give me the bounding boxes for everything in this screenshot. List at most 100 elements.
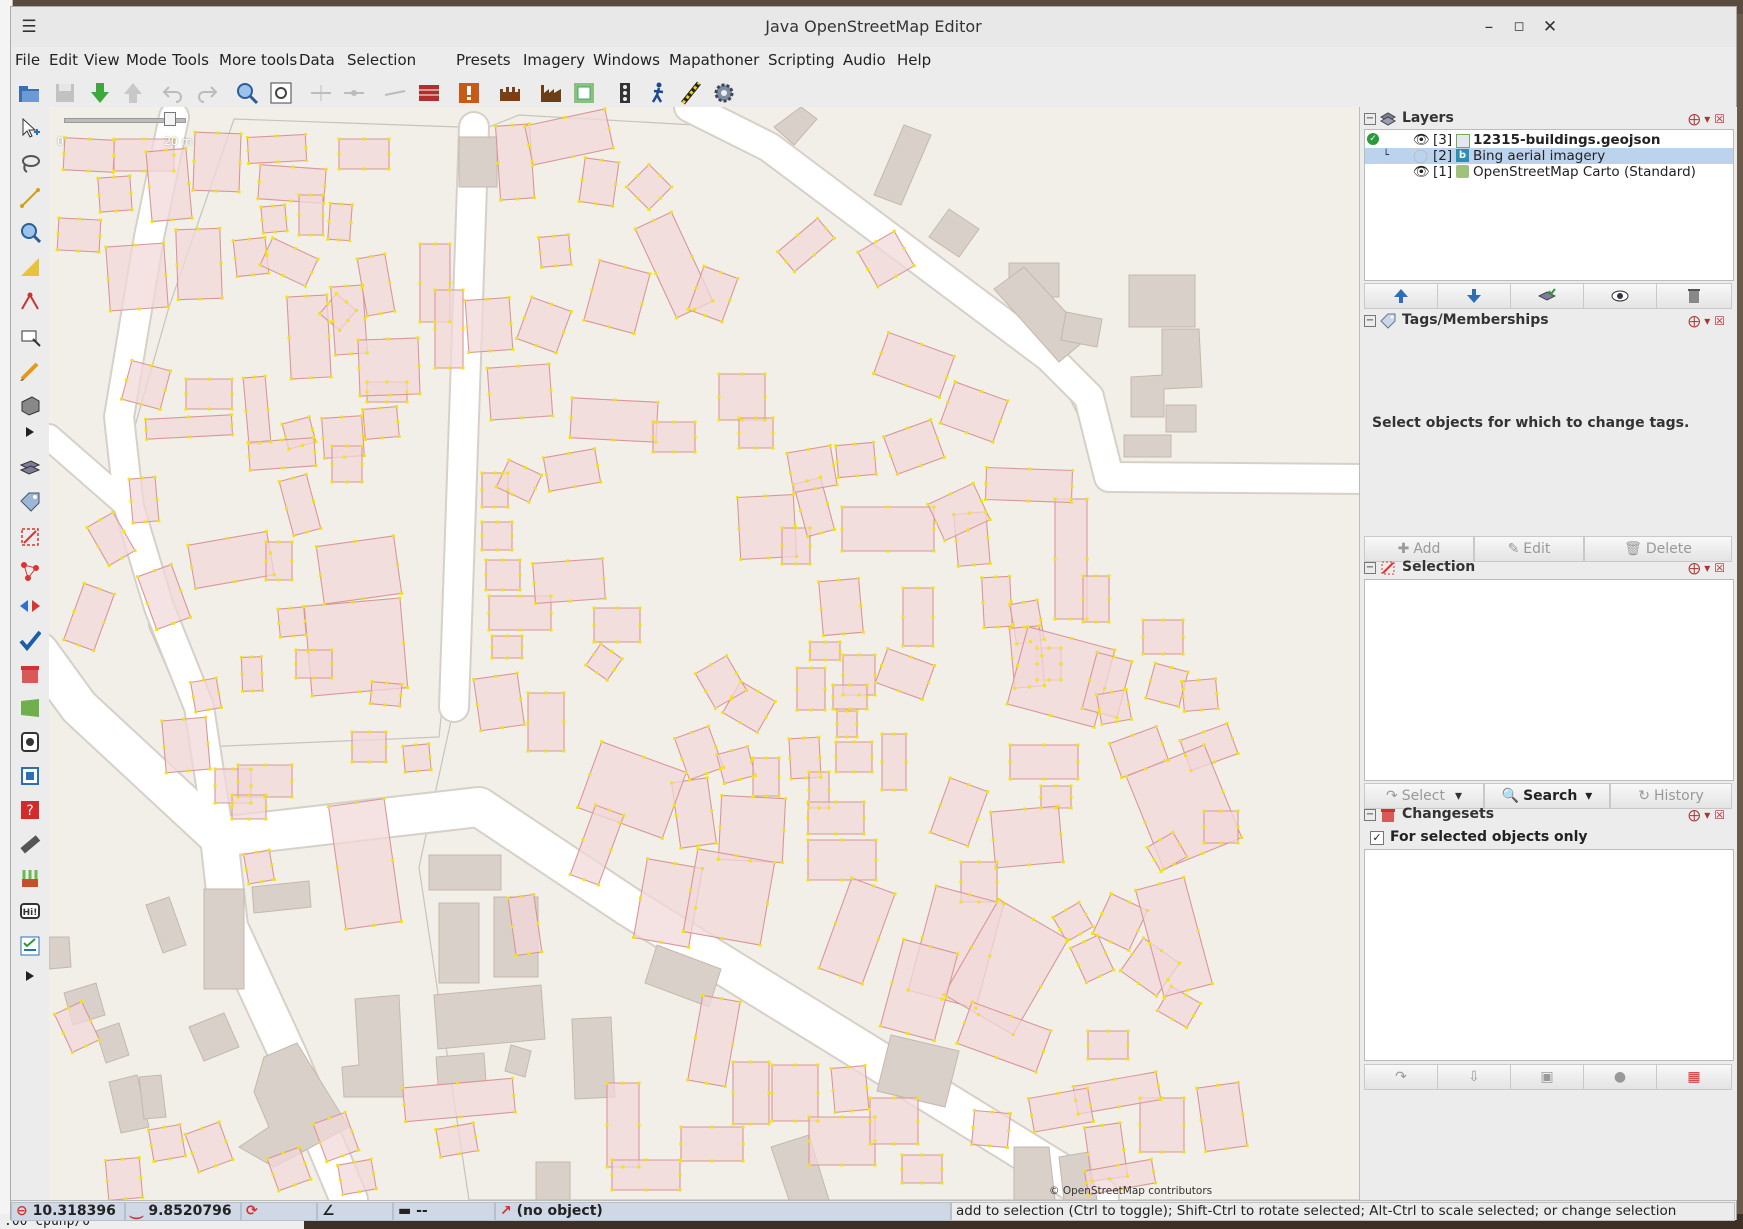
building-node[interactable] (959, 900, 963, 904)
building-node[interactable] (1158, 882, 1162, 886)
building-node[interactable] (746, 744, 750, 748)
building-node[interactable] (1078, 932, 1082, 936)
building-node[interactable] (178, 1123, 182, 1126)
building-node[interactable] (690, 255, 694, 258)
building-node[interactable] (472, 677, 476, 681)
building-node[interactable] (669, 210, 673, 214)
building-node[interactable] (320, 416, 324, 420)
building-node[interactable] (988, 954, 992, 958)
building-node[interactable] (334, 292, 338, 296)
building-node[interactable] (479, 729, 483, 733)
building-node[interactable] (794, 562, 798, 566)
building-node[interactable] (289, 606, 293, 610)
imported-building[interactable] (984, 466, 1074, 504)
building-node[interactable] (687, 778, 691, 782)
building-node[interactable] (506, 505, 510, 509)
building-node[interactable] (645, 857, 649, 861)
building-node[interactable] (905, 384, 908, 388)
imported-building[interactable] (1203, 810, 1239, 844)
building-node[interactable] (603, 107, 607, 111)
building-node[interactable] (711, 299, 715, 303)
building-node[interactable] (261, 231, 265, 235)
building-node[interactable] (787, 737, 791, 741)
building-node[interactable] (1076, 963, 1080, 967)
building-node[interactable] (1091, 925, 1095, 929)
building-node[interactable] (175, 263, 179, 267)
building-node[interactable] (247, 454, 251, 458)
building-node[interactable] (1126, 1043, 1130, 1047)
building-node[interactable] (264, 540, 268, 544)
building-node[interactable] (1241, 1112, 1245, 1116)
imported-building[interactable] (189, 677, 223, 713)
building-node[interactable] (826, 501, 829, 505)
building-node[interactable] (788, 471, 792, 475)
building-node[interactable] (972, 563, 976, 567)
menu-tools[interactable]: Tools (172, 51, 209, 69)
imported-building[interactable] (809, 641, 841, 661)
building-node[interactable] (428, 755, 432, 759)
building-node[interactable] (1162, 995, 1166, 999)
building-node[interactable] (1095, 650, 1099, 654)
building-node[interactable] (505, 634, 509, 638)
building-node[interactable] (527, 122, 531, 126)
building-node[interactable] (1109, 892, 1113, 896)
building-node[interactable] (259, 655, 263, 659)
building-node[interactable] (487, 392, 491, 396)
building-node[interactable] (840, 1115, 844, 1119)
building-node[interactable] (1158, 838, 1162, 842)
building-node[interactable] (1027, 863, 1031, 867)
building-node[interactable] (675, 316, 679, 320)
building-node[interactable] (281, 1151, 285, 1155)
building-node[interactable] (927, 681, 930, 685)
building-node[interactable] (916, 644, 920, 648)
building-node[interactable] (1138, 1096, 1142, 1100)
building-node[interactable] (970, 1000, 974, 1004)
building-node[interactable] (795, 666, 799, 670)
building-node[interactable] (519, 697, 523, 701)
building-node[interactable] (880, 663, 883, 667)
building-node[interactable] (1221, 789, 1225, 793)
building-node[interactable] (406, 686, 410, 690)
building-node[interactable] (1107, 574, 1111, 578)
building-node[interactable] (1054, 784, 1058, 788)
building-node[interactable] (387, 137, 391, 141)
building-node[interactable] (806, 535, 809, 539)
building-node[interactable] (1141, 652, 1145, 656)
building-node[interactable] (702, 264, 706, 268)
building-node[interactable] (852, 770, 856, 774)
building-node[interactable] (363, 317, 367, 321)
menu-view[interactable]: View (84, 51, 120, 69)
building-node[interactable] (672, 420, 676, 424)
building-node[interactable] (515, 337, 519, 340)
imported-building[interactable] (260, 204, 288, 234)
building-node[interactable] (310, 271, 314, 275)
building-node[interactable] (290, 559, 294, 563)
building-node[interactable] (311, 427, 314, 431)
building-node[interactable] (1115, 720, 1119, 724)
building-node[interactable] (638, 623, 642, 627)
building-node[interactable] (258, 163, 262, 167)
building-node[interactable] (969, 945, 973, 949)
layers-header[interactable]: − Layers ⨁▾☒ (1360, 109, 1737, 129)
building-node[interactable] (730, 749, 734, 752)
building-node[interactable] (260, 218, 264, 222)
building-node[interactable] (823, 640, 827, 644)
building-node[interactable] (834, 740, 838, 744)
building-node[interactable] (290, 540, 294, 544)
menu-imagery[interactable]: Imagery (523, 51, 585, 69)
building-node[interactable] (192, 159, 196, 163)
building-node[interactable] (893, 892, 897, 896)
building-node[interactable] (120, 556, 124, 560)
building-node[interactable] (322, 456, 326, 460)
imported-building[interactable] (357, 337, 421, 397)
building-node[interactable] (897, 689, 901, 693)
building-node[interactable] (738, 1000, 742, 1004)
building-node[interactable] (892, 1142, 896, 1146)
building-node[interactable] (609, 848, 613, 852)
building-node[interactable] (225, 536, 229, 540)
building-node[interactable] (97, 193, 101, 197)
building-node[interactable] (98, 210, 102, 214)
building-node[interactable] (191, 188, 195, 192)
building-node[interactable] (577, 199, 581, 203)
building-node[interactable] (1009, 599, 1013, 603)
